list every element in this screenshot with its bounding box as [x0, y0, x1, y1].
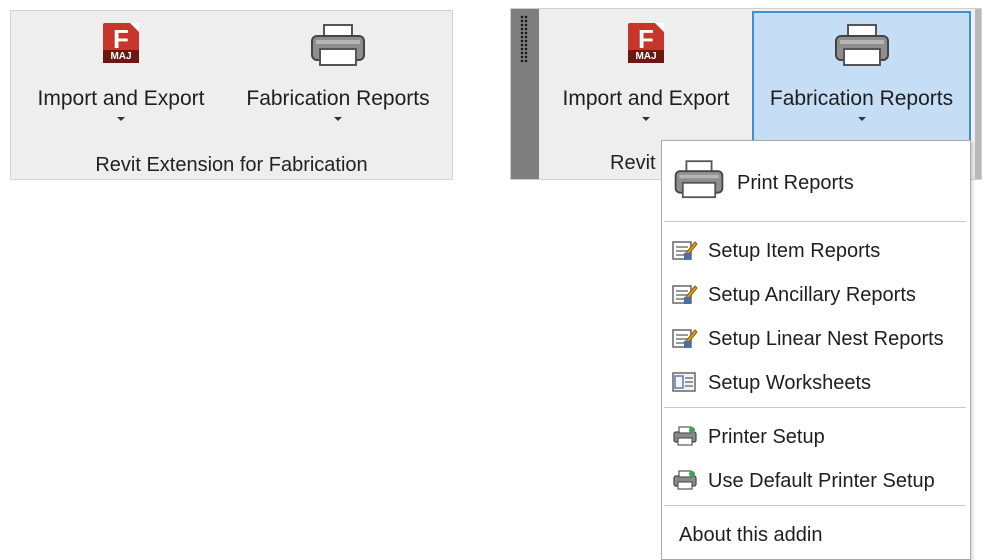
grip-handle-icon [520, 15, 528, 63]
fabrication-reports-button[interactable]: Fabrication Reports [233, 11, 443, 136]
chevron-down-icon [857, 117, 866, 121]
menu-item-label: Setup Ancillary Reports [708, 284, 916, 306]
menu-item-setup-ancillary-reports[interactable]: Setup Ancillary Reports [662, 274, 970, 314]
fabrication-reports-label: Fabrication Reports [769, 87, 954, 110]
menu-item-print-reports[interactable]: Print Reports [662, 145, 970, 217]
report-setup-icon [672, 329, 698, 348]
panel-edge [975, 9, 981, 179]
printer-icon [674, 160, 724, 199]
menu-item-label: Print Reports [737, 172, 854, 194]
fabrication-reports-label: Fabrication Reports [246, 87, 430, 110]
printer-setup-icon [673, 426, 697, 446]
menu-separator [664, 407, 966, 408]
chevron-down-icon [642, 117, 650, 121]
worksheet-icon [672, 372, 696, 392]
printer-setup-icon [673, 470, 697, 490]
printer-icon [834, 24, 889, 66]
fabrication-logo-icon: F MAJ [103, 23, 139, 63]
chevron-down-icon [334, 117, 342, 121]
menu-item-label: Printer Setup [708, 426, 825, 448]
menu-separator [664, 221, 966, 222]
menu-item-label: Setup Worksheets [708, 372, 872, 394]
fabrication-reports-menu: Print Reports Setup Item Reports Setup A… [661, 140, 971, 560]
menu-item-label: Use Default Printer Setup [708, 470, 935, 492]
panel-title: Revit Extension for Fabrication [95, 154, 368, 176]
report-setup-icon [672, 285, 698, 304]
import-export-button[interactable]: F MAJ Import and Export [21, 11, 221, 136]
menu-item-printer-setup[interactable]: Printer Setup [662, 416, 970, 456]
import-export-label: Import and Export [562, 87, 730, 110]
menu-item-setup-linear-nest-reports[interactable]: Setup Linear Nest Reports [662, 318, 970, 358]
chevron-down-icon [117, 117, 125, 121]
printer-icon [311, 24, 365, 66]
panel-grip[interactable] [511, 9, 539, 179]
menu-item-label: About this addin [679, 524, 823, 546]
menu-item-setup-worksheets[interactable]: Setup Worksheets [662, 362, 970, 402]
menu-separator [664, 505, 966, 506]
fabrication-reports-button[interactable]: Fabrication Reports [752, 11, 971, 142]
panel-title: Revit [610, 152, 656, 174]
menu-item-label: Setup Item Reports [708, 240, 881, 262]
menu-item-setup-item-reports[interactable]: Setup Item Reports [662, 230, 970, 270]
import-export-label: Import and Export [37, 87, 205, 110]
import-export-button[interactable]: F MAJ Import and Export [546, 11, 746, 136]
report-setup-icon [672, 241, 698, 260]
fabrication-logo-icon: F MAJ [628, 23, 664, 63]
menu-item-about[interactable]: About this addin [662, 514, 970, 554]
menu-item-use-default-printer-setup[interactable]: Use Default Printer Setup [662, 460, 970, 500]
ribbon-panel-left: F MAJ Import and Export Fabrication Repo… [10, 10, 453, 180]
menu-item-label: Setup Linear Nest Reports [708, 328, 944, 350]
